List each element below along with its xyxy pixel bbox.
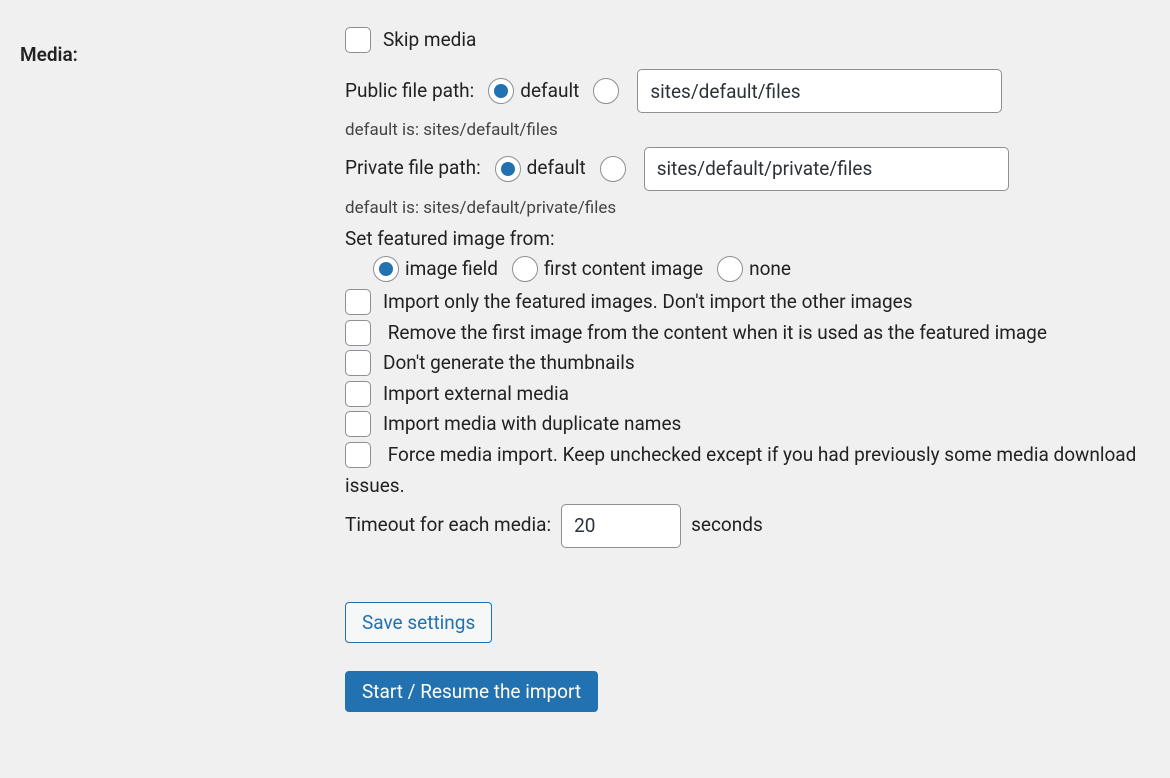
skip-media-checkbox[interactable]	[345, 27, 371, 53]
timeout-label: Timeout for each media:	[345, 510, 551, 540]
remove-first-checkbox[interactable]	[345, 320, 371, 346]
no-thumbs-checkbox[interactable]	[345, 350, 371, 376]
timeout-input[interactable]	[561, 504, 681, 548]
row-label: Media:	[20, 25, 345, 66]
save-settings-button[interactable]: Save settings	[345, 602, 492, 643]
featured-options: image field first content image none	[373, 254, 1150, 284]
media-settings-row: Media: Skip media Public file path: defa…	[20, 25, 1150, 712]
public-path-help: default is: sites/default/files	[345, 117, 1150, 144]
external-media-checkbox[interactable]	[345, 381, 371, 407]
featured-none-label: none	[749, 254, 791, 284]
private-path-label: Private file path:	[345, 153, 481, 183]
private-path-input[interactable]	[644, 147, 1009, 191]
private-path-custom-radio[interactable]	[600, 156, 626, 182]
public-path-custom-radio[interactable]	[593, 78, 619, 104]
force-import-label: Force media import. Keep unchecked excep…	[345, 443, 1136, 497]
timeout-unit: seconds	[691, 510, 763, 540]
public-path-default-radio[interactable]	[488, 78, 514, 104]
duplicate-names-line: Import media with duplicate names	[345, 409, 1150, 439]
only-featured-line: Import only the featured images. Don't i…	[345, 287, 1150, 317]
action-buttons: Save settings Start / Resume the import	[345, 602, 1150, 712]
duplicate-names-label: Import media with duplicate names	[383, 409, 681, 439]
featured-first-content-radio[interactable]	[512, 256, 538, 282]
featured-image-field-radio[interactable]	[373, 256, 399, 282]
private-path-default-label: default	[527, 153, 586, 183]
duplicate-names-checkbox[interactable]	[345, 411, 371, 437]
featured-first-content-label: first content image	[544, 254, 703, 284]
private-path-default-radio[interactable]	[495, 156, 521, 182]
force-import-line: Force media import. Keep unchecked excep…	[345, 439, 1150, 501]
external-media-label: Import external media	[383, 379, 569, 409]
private-path-line: Private file path: default	[345, 147, 1150, 191]
public-path-line: Public file path: default	[345, 69, 1150, 113]
start-resume-import-button[interactable]: Start / Resume the import	[345, 671, 598, 712]
featured-image-field-label: image field	[405, 254, 498, 284]
only-featured-checkbox[interactable]	[345, 289, 371, 315]
featured-label: Set featured image from:	[345, 224, 1150, 254]
external-media-line: Import external media	[345, 379, 1150, 409]
featured-none-radio[interactable]	[717, 256, 743, 282]
only-featured-label: Import only the featured images. Don't i…	[383, 287, 913, 317]
remove-first-label: Remove the first image from the content …	[388, 321, 1047, 344]
media-content: Skip media Public file path: default def…	[345, 25, 1150, 712]
public-path-input[interactable]	[637, 69, 1002, 113]
remove-first-line: Remove the first image from the content …	[345, 317, 1150, 348]
skip-media-line: Skip media	[345, 25, 1150, 55]
private-path-help: default is: sites/default/private/files	[345, 195, 1150, 222]
public-path-default-label: default	[520, 76, 579, 106]
no-thumbs-label: Don't generate the thumbnails	[383, 348, 635, 378]
public-path-label: Public file path:	[345, 76, 474, 106]
no-thumbs-line: Don't generate the thumbnails	[345, 348, 1150, 378]
timeout-line: Timeout for each media: seconds	[345, 504, 1150, 548]
force-import-checkbox[interactable]	[345, 442, 371, 468]
skip-media-label: Skip media	[383, 25, 476, 55]
